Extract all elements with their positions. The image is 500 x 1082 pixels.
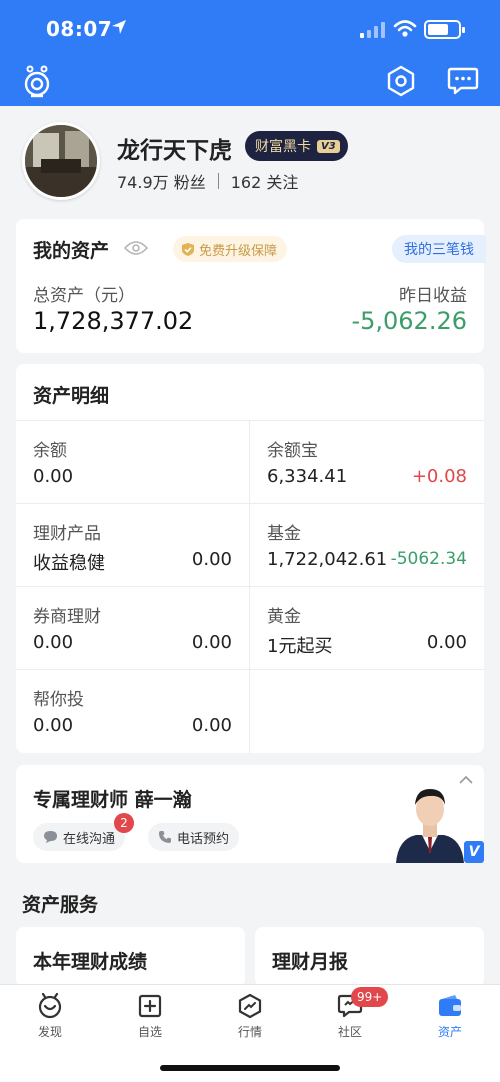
detail-cell-help-invest[interactable]: 帮你投 0.00 0.00	[16, 669, 249, 753]
market-icon	[238, 993, 262, 1019]
cell-value: 0.00	[33, 715, 74, 736]
total-assets-value: 1,728,377.02	[33, 307, 194, 335]
cell-label: 余额	[33, 441, 67, 461]
cell-value: 0.00	[33, 466, 74, 487]
tab-watchlist[interactable]: 自选	[100, 993, 200, 1040]
message-icon[interactable]	[447, 66, 479, 96]
cell-label: 理财产品	[33, 524, 101, 544]
cell-value: 1,722,042.61	[267, 549, 388, 570]
service-card-title: 理财月报	[272, 951, 349, 973]
discover-icon	[38, 993, 62, 1019]
top-nav-bar	[0, 58, 500, 106]
cell-label: 券商理财	[33, 607, 101, 627]
cell-label: 基金	[267, 524, 301, 544]
services-title: 资产服务	[22, 894, 99, 916]
cell-amount: 0.00	[191, 632, 232, 653]
user-name: 龙行天下虎	[117, 138, 232, 164]
three-money-link[interactable]: 我的三笔钱	[392, 235, 486, 263]
my-assets-card[interactable]: 我的资产 免费升级保障 我的三笔钱 总资产（元） 1,728,377.02 昨日…	[16, 219, 486, 353]
follow-stats: 74.9万 粉丝 162 关注	[117, 169, 298, 193]
home-indicator	[160, 1065, 340, 1071]
tab-label: 资产	[437, 1025, 462, 1039]
cell-value: 0.00	[33, 632, 74, 653]
tab-market[interactable]: 行情	[200, 993, 300, 1040]
yesterday-earnings-value: -5,062.26	[351, 307, 467, 335]
advisor-photo	[396, 789, 464, 863]
cell-value: 收益稳健	[33, 553, 105, 574]
advisor-card[interactable]: 专属理财师 薛一瀚 在线沟通 2 电话预约 V	[16, 765, 484, 863]
advisor-title: 专属理财师 薛一瀚	[33, 789, 192, 811]
cell-label: 余额宝	[267, 441, 318, 461]
cell-amount: 0.00	[191, 549, 232, 570]
location-arrow-icon	[112, 20, 126, 34]
upgrade-protection-button[interactable]: 免费升级保障	[173, 236, 288, 262]
protect-label: 免费升级保障	[199, 243, 278, 259]
settings-hexagon-icon[interactable]	[386, 65, 416, 97]
detail-title: 资产明细	[33, 385, 110, 407]
status-time: 08:07	[46, 17, 113, 41]
followers-count[interactable]: 74.9万 粉丝	[117, 169, 206, 193]
service-card-title: 本年理财成绩	[33, 951, 148, 973]
tab-label: 发现	[37, 1025, 62, 1039]
assets-icon	[439, 995, 461, 1016]
battery-icon	[424, 20, 465, 39]
detail-cell-yuebao[interactable]: 余额宝 6,334.41 +0.08	[250, 420, 484, 503]
tab-label: 自选	[137, 1025, 162, 1039]
chat-label: 在线沟通	[63, 831, 116, 847]
tab-assets[interactable]: 资产	[400, 993, 500, 1040]
phone-appointment-button[interactable]: 电话预约	[148, 823, 240, 851]
wealth-black-card-badge[interactable]: 财富黑卡 V3	[245, 131, 348, 161]
phone-icon	[159, 831, 171, 843]
mascot-logo-icon[interactable]	[22, 64, 52, 98]
cell-value: 1元起买	[267, 636, 333, 657]
asset-detail-card: 资产明细 余额 0.00 余额宝 6,334.41 +0.08 理财产品 收益稳…	[16, 364, 484, 753]
chat-bubble-icon	[44, 831, 57, 843]
badge-label: 财富黑卡	[255, 139, 311, 155]
cell-amount: 0.00	[426, 632, 467, 653]
assets-title: 我的资产	[33, 240, 110, 262]
unread-badge: 2	[114, 813, 134, 833]
service-card-monthly-report[interactable]: 理财月报	[255, 927, 484, 987]
status-bar: 08:07	[0, 0, 500, 58]
yesterday-earnings-label: 昨日收益	[399, 286, 467, 306]
online-chat-button[interactable]: 在线沟通	[33, 823, 126, 851]
stats-divider	[217, 173, 219, 189]
avatar[interactable]	[22, 122, 100, 200]
service-card-annual-results[interactable]: 本年理财成绩	[16, 927, 245, 987]
avatar-image	[25, 125, 97, 197]
cell-change: +0.08	[411, 466, 467, 487]
tab-discover[interactable]: 发现	[0, 993, 100, 1040]
cellular-signal-icon	[360, 22, 385, 38]
detail-cell-broker-wealth[interactable]: 券商理财 0.00 0.00	[16, 586, 249, 669]
detail-cell-gold[interactable]: 黄金 1元起买 0.00	[250, 586, 484, 669]
detail-cell-fund[interactable]: 基金 1,722,042.61 -5062.34	[250, 503, 484, 586]
watchlist-icon	[138, 994, 162, 1018]
wifi-icon	[393, 20, 417, 37]
community-unread-badge: 99+	[351, 987, 389, 1007]
eye-visibility-icon[interactable]	[124, 240, 148, 256]
shield-check-icon	[182, 242, 194, 256]
cell-label: 黄金	[267, 607, 301, 627]
tab-label: 行情	[237, 1025, 262, 1039]
cell-value: 6,334.41	[267, 466, 348, 487]
cell-label: 帮你投	[33, 690, 84, 710]
verified-badge: V	[464, 841, 484, 863]
cell-amount: 0.00	[191, 715, 232, 736]
badge-level: V3	[317, 139, 340, 153]
following-count[interactable]: 162 关注	[231, 169, 299, 193]
cell-change: -5062.34	[390, 549, 467, 569]
detail-cell-wealth-products[interactable]: 理财产品 收益稳健 0.00	[16, 503, 249, 586]
call-label: 电话预约	[177, 831, 230, 847]
detail-cell-balance[interactable]: 余额 0.00	[16, 420, 249, 503]
profile-section: 龙行天下虎 财富黑卡 V3 74.9万 粉丝 162 关注	[0, 106, 500, 216]
tab-label: 社区	[337, 1025, 362, 1039]
total-assets-label: 总资产（元）	[33, 286, 135, 306]
